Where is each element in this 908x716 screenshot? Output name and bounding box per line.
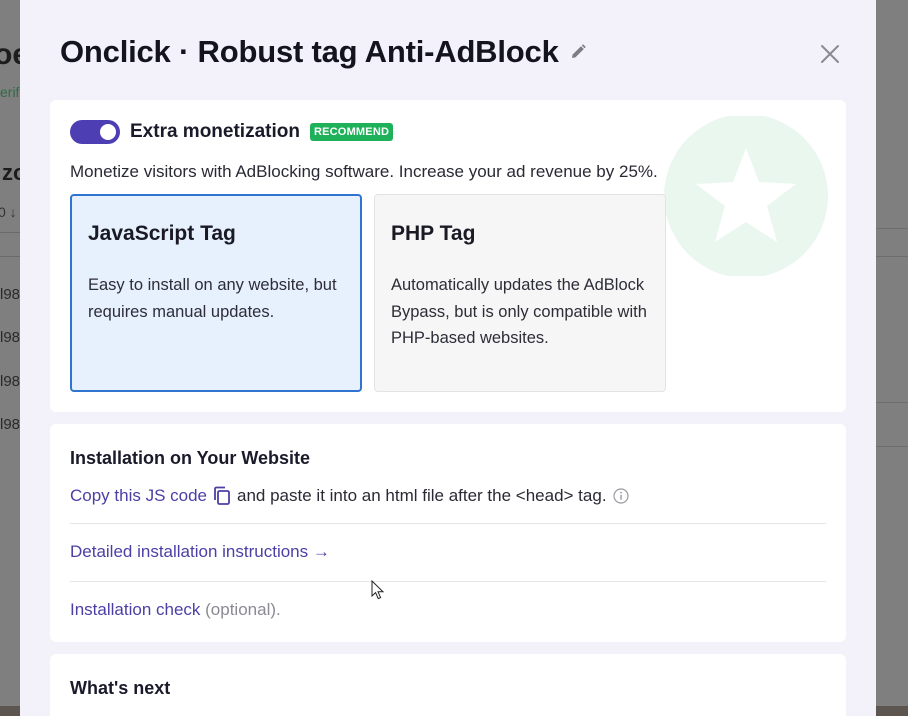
javascript-tag-description: Easy to install on any website, but requ… [88, 276, 337, 321]
mouse-cursor-icon [371, 580, 385, 600]
installation-check-link[interactable]: Installation check [70, 600, 200, 619]
php-tag-option[interactable]: PHP Tag Automatically updates the AdBloc… [374, 194, 666, 392]
toggle-knob [100, 124, 116, 140]
recommend-badge: RECOMMEND [309, 123, 394, 141]
background-divider [876, 228, 908, 229]
copy-js-code-link[interactable]: Copy this JS code [70, 486, 207, 506]
javascript-tag-title: JavaScript Tag [88, 222, 236, 245]
background-divider [0, 232, 20, 233]
javascript-tag-option[interactable]: JavaScript Tag Easy to install on any we… [70, 194, 362, 392]
star-badge-icon [664, 116, 828, 276]
background-sort-label: 0 ↓ [0, 204, 17, 220]
whats-next-title: What's next [70, 678, 171, 698]
extra-monetization-label: Extra monetization [130, 121, 300, 142]
monetization-description: Monetize visitors with AdBlocking softwa… [70, 162, 658, 181]
background-row: l98 [0, 416, 21, 433]
monetization-card: Extra monetization RECOMMEND Monetize vi… [50, 100, 846, 412]
copy-icon[interactable] [213, 486, 231, 506]
divider [70, 523, 826, 524]
installation-check-line: Installation check (optional). [70, 600, 281, 620]
background-divider [876, 256, 908, 257]
close-icon[interactable] [818, 42, 842, 66]
php-tag-description: Automatically updates the AdBlock Bypass… [391, 276, 647, 347]
background-row: l98 [0, 329, 21, 346]
background-divider [876, 446, 908, 447]
modal-title: Onclick · Robust tag Anti-AdBlock [60, 34, 559, 69]
background-divider [876, 402, 908, 403]
extra-monetization-toggle[interactable] [70, 120, 120, 144]
installation-title: Installation on Your Website [70, 448, 311, 468]
copy-code-instructions: and paste it into an html file after the… [237, 486, 607, 505]
extra-monetization-row: Extra monetization RECOMMEND [70, 120, 394, 144]
copy-code-line: Copy this JS code and paste it into an h… [70, 486, 629, 506]
divider [70, 581, 826, 582]
installation-instructions-link[interactable]: Detailed installation instructions → [70, 542, 330, 562]
php-tag-title: PHP Tag [391, 222, 476, 245]
modal-header: Onclick · Robust tag Anti-AdBlock [60, 34, 587, 70]
pencil-icon[interactable] [569, 43, 587, 61]
whats-next-card: What's next [50, 654, 846, 716]
info-icon[interactable] [612, 488, 629, 504]
installation-card: Installation on Your Website Copy this J… [50, 424, 846, 642]
background-row: l98 [0, 373, 21, 390]
installation-check-optional: (optional). [205, 600, 281, 619]
background-row: l98 [0, 286, 21, 303]
background-divider [0, 256, 20, 257]
tag-settings-modal: Onclick · Robust tag Anti-AdBlock Extra … [20, 0, 876, 716]
